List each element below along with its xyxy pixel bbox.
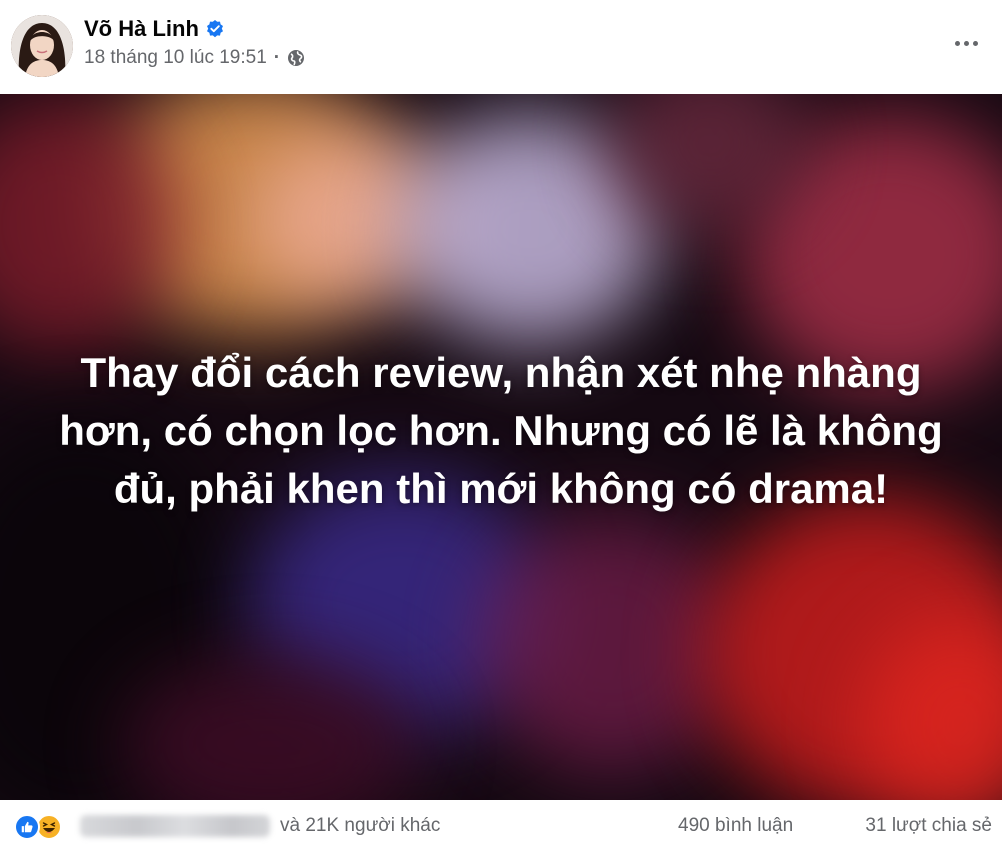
shares-count[interactable]: 31 lượt chia sẻ (865, 815, 992, 837)
globe-icon[interactable] (287, 49, 305, 67)
post-footer: và 21K người khác 490 bình luận 31 lượt … (0, 800, 1002, 854)
media-caption-text: Thay đổi cách review, nhận xét nhẹ nhàng… (59, 349, 943, 512)
more-dot-icon (963, 40, 969, 46)
post-media-image[interactable]: Thay đổi cách review, nhận xét nhẹ nhàng… (0, 94, 1002, 800)
reaction-icons[interactable] (14, 812, 62, 842)
author-name-row: Võ Hà Linh (84, 16, 225, 42)
more-dot-icon (954, 40, 960, 46)
facebook-post: Võ Hà Linh 18 tháng 10 lúc 19:51 · Thay … (0, 0, 1002, 854)
post-timestamp[interactable]: 18 tháng 10 lúc 19:51 (84, 47, 267, 69)
post-meta: 18 tháng 10 lúc 19:51 · (84, 47, 305, 69)
comments-count[interactable]: 490 bình luận (678, 815, 793, 837)
author-name[interactable]: Võ Hà Linh (84, 16, 199, 42)
blurred-reactor-names (80, 815, 270, 837)
author-avatar[interactable] (11, 15, 73, 77)
more-options-icon[interactable] (948, 28, 984, 58)
more-dot-icon (972, 40, 978, 46)
meta-separator: · (273, 47, 281, 68)
like-icon (14, 814, 40, 840)
verified-badge-icon (205, 19, 225, 39)
post-header: Võ Hà Linh 18 tháng 10 lúc 19:51 · (0, 0, 1002, 94)
reactors-count[interactable]: và 21K người khác (280, 815, 440, 837)
